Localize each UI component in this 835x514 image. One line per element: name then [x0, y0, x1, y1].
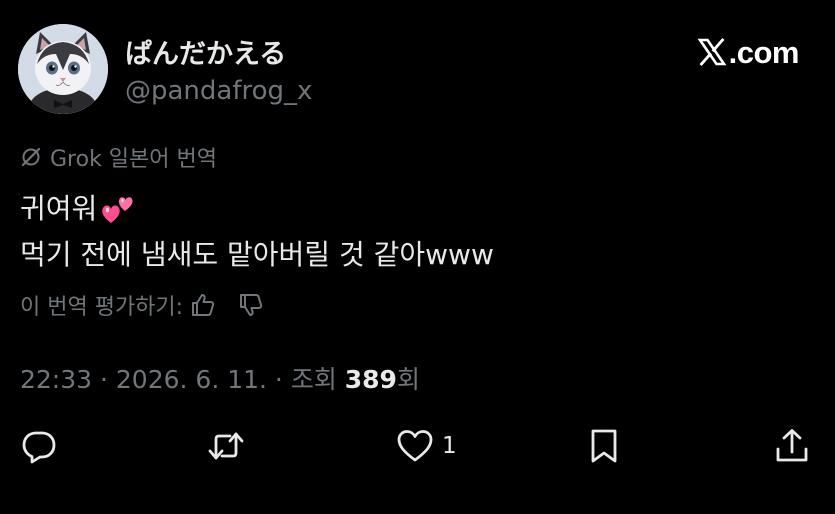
tweet-text: 귀여워 먹기 전에 냄새도 맡아버릴 것 같아www	[20, 186, 494, 278]
cat-avatar-image	[18, 24, 108, 114]
x-com-watermark: .com	[697, 34, 800, 70]
share-icon	[776, 429, 808, 462]
like-button[interactable]: 1	[396, 426, 457, 466]
retweet-icon	[208, 432, 244, 460]
tweet-meta: 22:33 · 2026. 6. 11. · 조회 389회	[20, 360, 420, 396]
grok-translation-label: Grok 일본어 번역	[20, 141, 217, 173]
share-button[interactable]	[773, 426, 811, 466]
rate-translation-label: 이 번역 평가하기:	[20, 295, 184, 320]
tweet-line-2: 먹기 전에 냄새도 맡아버릴 것 같아www	[20, 232, 494, 278]
tweet-date[interactable]: 2026. 6. 11.	[116, 365, 267, 394]
thumbs-up-icon[interactable]	[189, 291, 217, 319]
meta-separator: ·	[92, 365, 116, 394]
bookmark-icon	[591, 429, 617, 463]
views-prefix: 조회	[290, 365, 345, 394]
translation-label-text: Grok 일본어 번역	[50, 147, 217, 172]
x-com-text: .com	[728, 34, 800, 70]
retweet-button[interactable]	[207, 426, 245, 466]
tweet-line-1: 귀여워	[20, 186, 494, 232]
grok-icon	[21, 147, 41, 167]
two-hearts-emoji	[102, 197, 133, 223]
thumbs-down-icon[interactable]	[237, 291, 265, 319]
heart-icon	[397, 430, 433, 462]
avatar[interactable]	[18, 24, 108, 114]
tweet-line-2-text: 먹기 전에 냄새도 맡아버릴 것 같아www	[20, 238, 494, 271]
x-logo-icon	[697, 38, 727, 66]
tweet-time[interactable]: 22:33	[20, 365, 92, 394]
bookmark-button[interactable]	[585, 426, 623, 466]
rate-translation-row: 이 번역 평가하기:	[20, 289, 265, 321]
meta-separator: ·	[266, 365, 291, 394]
views-count: 389	[344, 365, 397, 394]
views-suffix: 회	[396, 365, 420, 394]
reply-button[interactable]	[20, 426, 58, 466]
like-count: 1	[442, 433, 457, 459]
tweet-line-1-text: 귀여워	[20, 192, 98, 225]
reply-icon	[22, 431, 56, 464]
author-display-name[interactable]: ぱんだかえる	[125, 32, 286, 71]
author-handle[interactable]: @pandafrog_x	[125, 76, 312, 106]
